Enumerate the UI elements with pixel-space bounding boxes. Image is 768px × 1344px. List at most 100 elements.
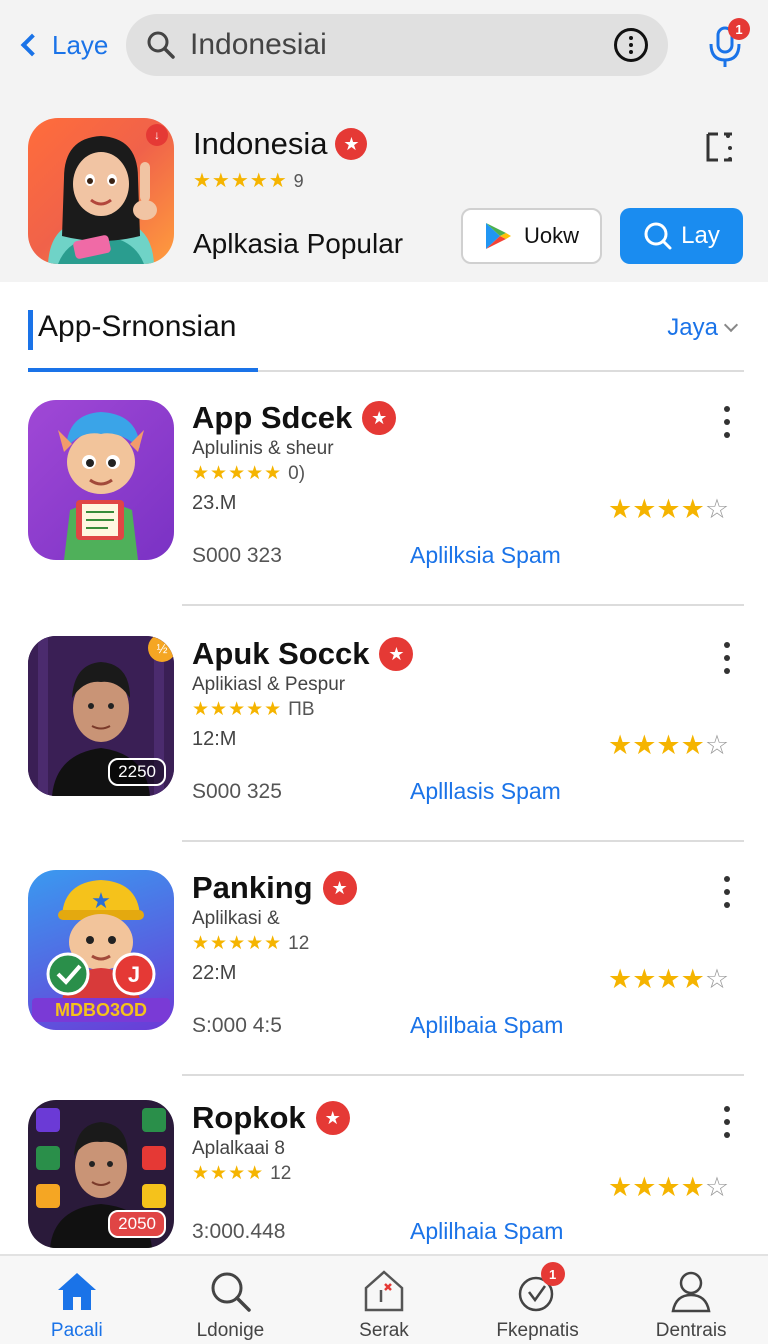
app-price: S000 325 xyxy=(192,780,282,803)
back-button[interactable]: Laye xyxy=(18,24,108,66)
updates-icon: 1 xyxy=(515,1262,565,1314)
app-stars: ★★★★★ ΠΒ xyxy=(192,698,315,721)
svg-text:½: ½ xyxy=(157,641,168,656)
chevron-left-icon xyxy=(20,33,44,57)
list-divider xyxy=(182,840,744,842)
nav-item-profile[interactable]: Dentrais xyxy=(614,1256,768,1344)
app-rating-stars: ★★★★☆ xyxy=(608,730,730,760)
app-category: Aplilkasi & xyxy=(192,908,280,929)
app-category: Aplulinis & sheur xyxy=(192,438,334,459)
app-tag-link[interactable]: Aplllasis Spam xyxy=(410,778,561,805)
app-rating-stars: ★★★★☆ xyxy=(608,494,730,524)
nav-item-search[interactable]: Ldonige xyxy=(154,1256,308,1344)
section-header: App-Srnonsian Jaya xyxy=(28,300,744,372)
chevron-down-icon xyxy=(723,317,739,333)
nav-label: Fkepnatis xyxy=(496,1320,579,1341)
section-title: App-Srnonsian xyxy=(38,310,237,343)
editor-choice-icon: ★ xyxy=(322,871,357,905)
app-rating-stars: ★★★★☆ xyxy=(608,964,730,994)
app-list-item[interactable]: 2050 Ropkok ★ Aplalkaai 8 ★★★★ 12 3:000.4… xyxy=(0,1100,768,1250)
app-icon[interactable]: 2050 xyxy=(28,1100,174,1248)
svg-text:★: ★ xyxy=(91,889,111,914)
app-category: Aplikiasl & Pespur xyxy=(192,674,346,695)
star-rating: ★★★★★ xyxy=(192,933,283,954)
app-stars: ★★★★ 12 xyxy=(192,1162,291,1185)
app-size: 12:M xyxy=(192,728,237,750)
more-vert-icon[interactable] xyxy=(720,1106,734,1138)
nav-item-updates[interactable]: 1 Fkepnatis xyxy=(461,1256,615,1344)
more-options-icon[interactable] xyxy=(614,28,648,62)
more-vert-icon[interactable] xyxy=(720,406,734,438)
app-icon[interactable] xyxy=(28,400,174,560)
svg-text:J: J xyxy=(128,962,140,987)
app-price: S:000 4:5 xyxy=(192,1014,282,1037)
voice-search-button[interactable]: 1 xyxy=(704,18,750,70)
sort-dropdown[interactable]: Jaya xyxy=(667,314,739,342)
star-rating: ★★★★ xyxy=(192,1163,265,1184)
app-name: Panking ★ xyxy=(192,870,357,906)
nav-label: Pacali xyxy=(50,1320,103,1341)
editor-choice-icon: ★ xyxy=(335,128,368,160)
editor-choice-icon: ★ xyxy=(379,637,414,671)
editor-choice-icon: ★ xyxy=(362,401,397,435)
price-overlay: 2250 xyxy=(108,758,166,786)
app-rating-stars: ★★★★☆ xyxy=(608,1172,730,1202)
more-vert-icon[interactable] xyxy=(720,642,734,674)
nav-item-home[interactable]: Pacali xyxy=(0,1256,154,1344)
more-vert-icon[interactable] xyxy=(720,876,734,908)
search-icon xyxy=(146,30,176,60)
nav-item-store[interactable]: Serak xyxy=(307,1256,461,1344)
section-tab-indicator xyxy=(28,368,258,372)
list-divider xyxy=(182,1074,744,1076)
home-icon xyxy=(54,1268,100,1314)
app-tag-link[interactable]: Aplilksia Spam xyxy=(410,542,561,569)
star-rating: ★★★★★ xyxy=(192,463,283,484)
rating-count: 12 xyxy=(270,1163,292,1184)
app-tag-link[interactable]: Aplilbaia Spam xyxy=(410,1012,563,1039)
app-name: App Sdcek ★ xyxy=(192,400,397,436)
primary-action-button[interactable]: Lay xyxy=(620,208,743,264)
search-icon xyxy=(207,1268,253,1314)
top-bar: Laye 1 xyxy=(0,0,768,90)
app-size: 23.M xyxy=(192,492,237,514)
notification-badge: 1 xyxy=(728,18,750,40)
app-icon[interactable]: ½ 2250 xyxy=(28,636,174,796)
app-stars: ★★★★★ 12 xyxy=(192,932,309,955)
app-size: 22:M xyxy=(192,962,237,984)
profile-icon xyxy=(668,1268,714,1314)
corner-badge: ↓ xyxy=(146,124,168,146)
back-label: Laye xyxy=(52,29,109,60)
app-price: S000 323 xyxy=(192,544,282,567)
icon-wordmark: MDBO3OD xyxy=(54,1000,147,1020)
rating-count: 12 xyxy=(288,933,310,954)
featured-app-card[interactable]: ↓ Indonesia ★ ★★★★★ 9 Aplkasia Popular Uo… xyxy=(0,90,768,282)
nav-label: Dentrais xyxy=(655,1320,727,1341)
nav-label: Serak xyxy=(359,1320,409,1341)
rating-count: 9 xyxy=(293,171,304,191)
bracket-icon[interactable] xyxy=(706,132,734,162)
app-category: Aplalkaai 8 xyxy=(192,1138,285,1159)
star-rating: ★★★★★ xyxy=(192,699,283,720)
app-name: Ropkok ★ xyxy=(192,1100,350,1136)
cartoon-character-illustration xyxy=(58,412,144,560)
search-input[interactable] xyxy=(190,28,614,62)
rating-count: ΠΒ xyxy=(288,699,315,720)
featured-app-icon[interactable]: ↓ xyxy=(28,118,174,264)
editor-choice-icon: ★ xyxy=(315,1101,350,1135)
search-bar[interactable] xyxy=(126,14,668,76)
featured-subtitle: Aplkasia Popular xyxy=(193,228,404,259)
price-overlay: 2050 xyxy=(108,1210,166,1238)
app-list-item[interactable]: ½ 2250 Apuk Socck ★ Aplikiasl & Pespur ★… xyxy=(0,636,768,868)
list-divider xyxy=(182,604,744,606)
notification-badge: 1 xyxy=(540,1262,565,1286)
featured-rating: ★★★★★ 9 xyxy=(193,168,304,193)
app-tag-link[interactable]: Aplilhaia Spam xyxy=(410,1218,563,1245)
section-accent-bar xyxy=(28,310,33,350)
app-list-item[interactable]: ★ J MDBO3OD Panking ★ Aplilkasi & ★★★★★ 1… xyxy=(0,870,768,1102)
app-list-item[interactable]: App Sdcek ★ Aplulinis & sheur ★★★★★ 0) 23… xyxy=(0,400,768,632)
play-button[interactable]: Uokw xyxy=(461,208,602,264)
app-icon[interactable]: ★ J MDBO3OD xyxy=(28,870,174,1030)
rating-count: 0) xyxy=(288,463,306,484)
featured-title: Indonesia ★ xyxy=(193,126,368,162)
app-stars: ★★★★★ 0) xyxy=(192,462,305,485)
